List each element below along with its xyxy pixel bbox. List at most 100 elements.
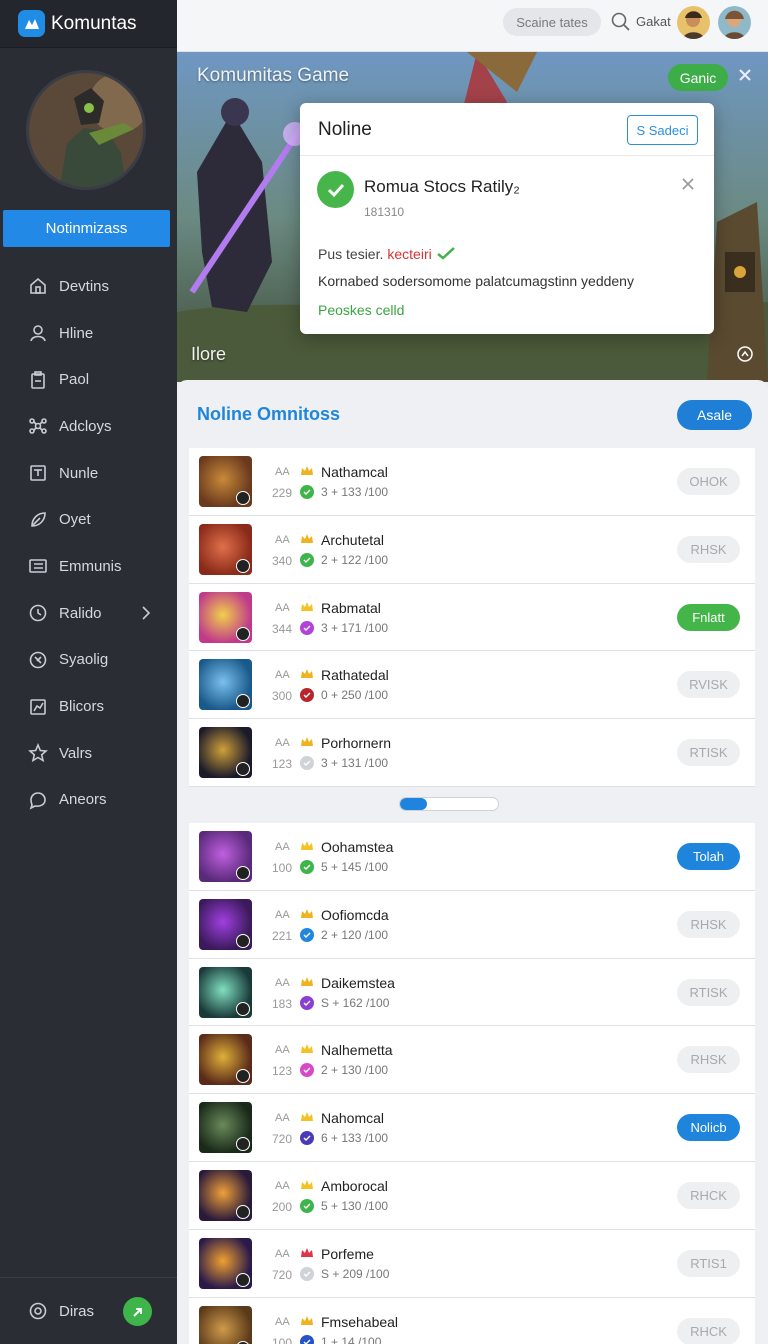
list-item[interactable]: AA 720 Porfeme S + 209 /100 RTIS1 <box>189 1229 755 1298</box>
search-icon[interactable] <box>610 11 632 33</box>
dismiss-icon[interactable] <box>681 177 695 191</box>
close-icon[interactable] <box>737 67 753 83</box>
search-input[interactable]: Scaine tates <box>503 8 601 36</box>
pus-status: kecteiri <box>387 246 432 262</box>
item-tag: AA <box>275 1044 290 1057</box>
sidebar-item-hline[interactable]: Hline <box>0 310 177 357</box>
modal-select-button[interactable]: S Sadeci <box>627 115 698 145</box>
sidebar-item-label: Adcloys <box>59 417 112 435</box>
item-name: Rabmatal <box>321 599 381 616</box>
sidebar-item-nunle[interactable]: Nunle <box>0 450 177 497</box>
sidebar-item-aneors[interactable]: Aneors <box>0 777 177 824</box>
item-action-button[interactable]: RTIS1 <box>677 1249 740 1277</box>
item-action-button[interactable]: RHSK <box>677 535 740 563</box>
item-action-button[interactable]: Fnlatt <box>677 603 740 631</box>
item-action-button[interactable]: RVISK <box>677 671 740 699</box>
list-item[interactable]: AA 340 Archutetal 2 + 122 /100 RHSK <box>189 515 755 584</box>
sidebar-item-blicors[interactable]: Blicors <box>0 683 177 730</box>
go-button[interactable] <box>123 1297 152 1326</box>
item-thumbnail <box>199 831 252 882</box>
list-item[interactable]: AA 344 Rabmatal 3 + 171 /100 Fnlatt <box>189 583 755 652</box>
item-action-button[interactable]: Nolicb <box>677 1114 740 1142</box>
hero-game-button[interactable]: Ganic <box>668 64 728 91</box>
sidebar-footer[interactable]: Diras <box>0 1277 177 1344</box>
top-link[interactable]: Gakat <box>636 14 671 29</box>
item-action-button[interactable]: RHCK <box>677 1317 740 1344</box>
thumbnail-badge-icon <box>236 933 250 948</box>
item-action-button[interactable]: RTISK <box>677 978 740 1006</box>
crown-icon <box>301 1044 313 1054</box>
arrow-right-icon <box>132 1307 142 1317</box>
user-avatar[interactable] <box>677 6 710 39</box>
status-dot-icon <box>300 860 314 874</box>
item-thumbnail <box>199 456 252 507</box>
item-stats: 1 + 14 /100 <box>321 1334 382 1344</box>
item-thumbnail <box>199 591 252 643</box>
item-tag: AA <box>275 601 290 614</box>
sidebar-item-devtins[interactable]: Devtins <box>0 263 177 310</box>
item-action-button[interactable]: RHSK <box>677 910 740 938</box>
item-action-button[interactable]: OHOK <box>677 468 740 495</box>
sidebar-item-paol[interactable]: Paol <box>0 356 177 403</box>
item-stats: 2 + 122 /100 <box>321 552 389 567</box>
item-thumbnail <box>199 1237 252 1289</box>
brand[interactable]: Komuntas <box>0 0 177 48</box>
crown-icon <box>301 466 313 475</box>
sidebar-item-oyet[interactable]: Oyet <box>0 496 177 543</box>
item-action-button[interactable]: Tolah <box>677 843 740 870</box>
sidebar-item-syaolig[interactable]: Syaolig <box>0 637 177 684</box>
list-item[interactable]: AA 100 Oohamstea 5 + 145 /100 Tolah <box>189 823 755 891</box>
sidebar-item-label: Emmunis <box>59 557 122 575</box>
item-tag: AA <box>275 669 290 682</box>
item-stats: 2 + 130 /100 <box>321 1063 389 1078</box>
status-dot-icon <box>300 1063 314 1078</box>
sidebar-item-label: Blicors <box>59 698 105 716</box>
crown-icon <box>301 533 313 543</box>
item-action-button[interactable]: RTISK <box>677 739 740 767</box>
panel-action-button[interactable]: Asale <box>677 400 752 430</box>
list-item[interactable]: AA 300 Rathatedal 0 + 250 /100 RVISK <box>189 651 755 720</box>
item-action-button[interactable]: RHSK <box>677 1046 740 1074</box>
status-dot-icon <box>300 552 314 567</box>
status-dot-icon <box>300 927 314 942</box>
notification-modal: Noline S Sadeci Romua Stocs Ratily₂ 1813… <box>300 103 714 334</box>
item-name: Nathamcal <box>321 464 388 480</box>
chat-icon <box>29 792 46 810</box>
item-action-button[interactable]: RHCK <box>677 1181 740 1209</box>
list-item[interactable]: AA 123 Porhornern 3 + 131 /100 RTISK <box>189 719 755 787</box>
item-stats: 5 + 145 /100 <box>321 860 389 874</box>
list-item[interactable]: AA 221 Oofiomcda 2 + 120 /100 RHSK <box>189 890 755 959</box>
sidebar-item-adcloys[interactable]: Adcloys <box>0 403 177 450</box>
item-name: Amborocal <box>321 1177 388 1194</box>
item-stats: 3 + 131 /100 <box>321 756 389 771</box>
sidebar-item-valrs[interactable]: Valrs <box>0 730 177 777</box>
thumbnail-badge-icon <box>236 762 250 777</box>
sidebar-footer-label: Diras <box>59 1302 95 1320</box>
status-dot-icon <box>300 995 314 1010</box>
notinmizass-button[interactable]: Notinmizass <box>3 210 170 247</box>
notice-title: Romua Stocs Ratily₂ <box>364 177 520 196</box>
brand-name: Komuntas <box>51 12 137 34</box>
sidebar-item-ralido[interactable]: Ralido <box>0 590 177 637</box>
thumbnail-badge-icon <box>236 866 250 880</box>
sidebar-item-label: Nunle <box>59 464 99 482</box>
list-item[interactable]: AA 123 Nalhemetta 2 + 130 /100 RHSK <box>189 1026 755 1095</box>
list-item[interactable]: AA 183 Daikemstea S + 162 /100 RTISK <box>189 958 755 1027</box>
list-panel: Noline Omnitoss Asale AA 229 Nathamcal 3… <box>177 380 768 1344</box>
list-item[interactable]: AA 229 Nathamcal 3 + 133 /100 OHOK <box>189 448 755 516</box>
list-item[interactable]: AA 200 Amborocal 5 + 130 /100 RHCK <box>189 1161 755 1230</box>
item-name: Fmsehabeal <box>321 1313 399 1330</box>
star-icon <box>28 743 48 763</box>
user-avatar-secondary[interactable] <box>718 6 751 39</box>
sidebar-item-label: Aneors <box>59 791 107 809</box>
scroll-indicator[interactable] <box>399 797 499 811</box>
status-dot-icon <box>300 485 314 499</box>
sidebar-item-emmunis[interactable]: Emmunis <box>0 543 177 590</box>
profile-avatar[interactable] <box>26 70 146 190</box>
modal-link[interactable]: Peoskes celld <box>318 302 404 318</box>
list-item[interactable]: AA 720 Nahomcal 6 + 133 /100 Nolicb <box>189 1094 755 1162</box>
modal-title: Noline <box>318 119 372 140</box>
list-item[interactable]: AA 100 Fmsehabeal 1 + 14 /100 RHCK <box>189 1297 755 1344</box>
info-icon[interactable] <box>736 345 754 363</box>
crown-icon <box>301 976 313 986</box>
